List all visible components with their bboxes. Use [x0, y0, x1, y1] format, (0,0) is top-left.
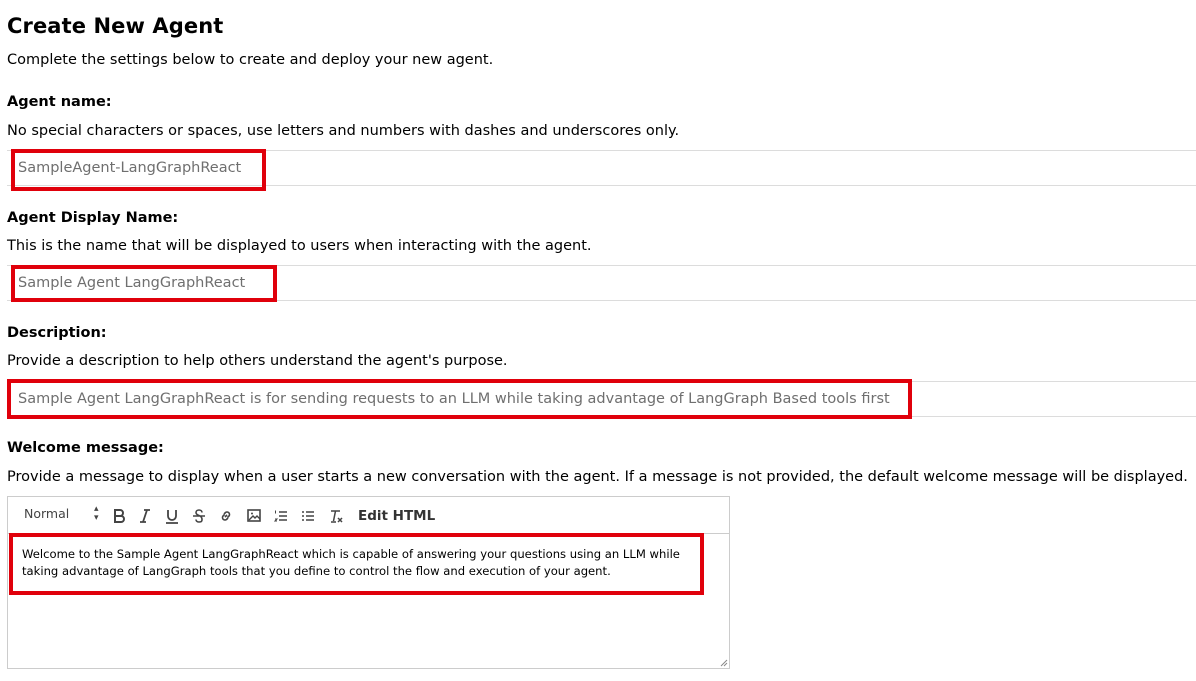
display-name-input[interactable]: [7, 265, 1196, 301]
agent-name-help: No special characters or spaces, use let…: [7, 123, 680, 139]
welcome-message-help: Provide a message to display when a user…: [7, 469, 1188, 485]
format-select[interactable]: Normal ▴ ▾: [24, 504, 102, 524]
ordered-list-icon[interactable]: [272, 506, 290, 526]
description-input[interactable]: [7, 381, 1196, 417]
image-icon[interactable]: [245, 506, 263, 526]
bullet-list-icon[interactable]: [299, 506, 317, 526]
select-arrows-icon: ▴ ▾: [94, 504, 99, 523]
welcome-message-label: Welcome message:: [7, 440, 164, 456]
italic-icon[interactable]: [136, 506, 154, 526]
welcome-message-editor[interactable]: Normal ▴ ▾ Edit HTML Welcome to the Samp…: [7, 496, 730, 669]
create-agent-form: Create New Agent Complete the settings b…: [7, 0, 1196, 681]
edit-html-button[interactable]: Edit HTML: [358, 506, 435, 526]
page-title: Create New Agent: [7, 14, 224, 38]
format-select-value: Normal: [24, 506, 70, 521]
resize-grip-icon[interactable]: [718, 657, 728, 667]
underline-icon[interactable]: [163, 506, 181, 526]
display-name-label: Agent Display Name:: [7, 210, 179, 226]
bold-icon[interactable]: [110, 506, 128, 526]
clear-format-icon[interactable]: [327, 506, 345, 526]
strikethrough-icon[interactable]: [190, 506, 208, 526]
editor-toolbar: Normal ▴ ▾ Edit HTML: [8, 497, 729, 534]
agent-name-input[interactable]: [7, 150, 1196, 186]
description-label: Description:: [7, 325, 107, 341]
page-subtitle: Complete the settings below to create an…: [7, 52, 494, 68]
link-icon[interactable]: [217, 506, 235, 526]
description-help: Provide a description to help others und…: [7, 353, 508, 369]
agent-name-label: Agent name:: [7, 94, 112, 110]
welcome-message-text[interactable]: Welcome to the Sample Agent LangGraphRea…: [22, 546, 712, 580]
display-name-help: This is the name that will be displayed …: [7, 238, 592, 254]
